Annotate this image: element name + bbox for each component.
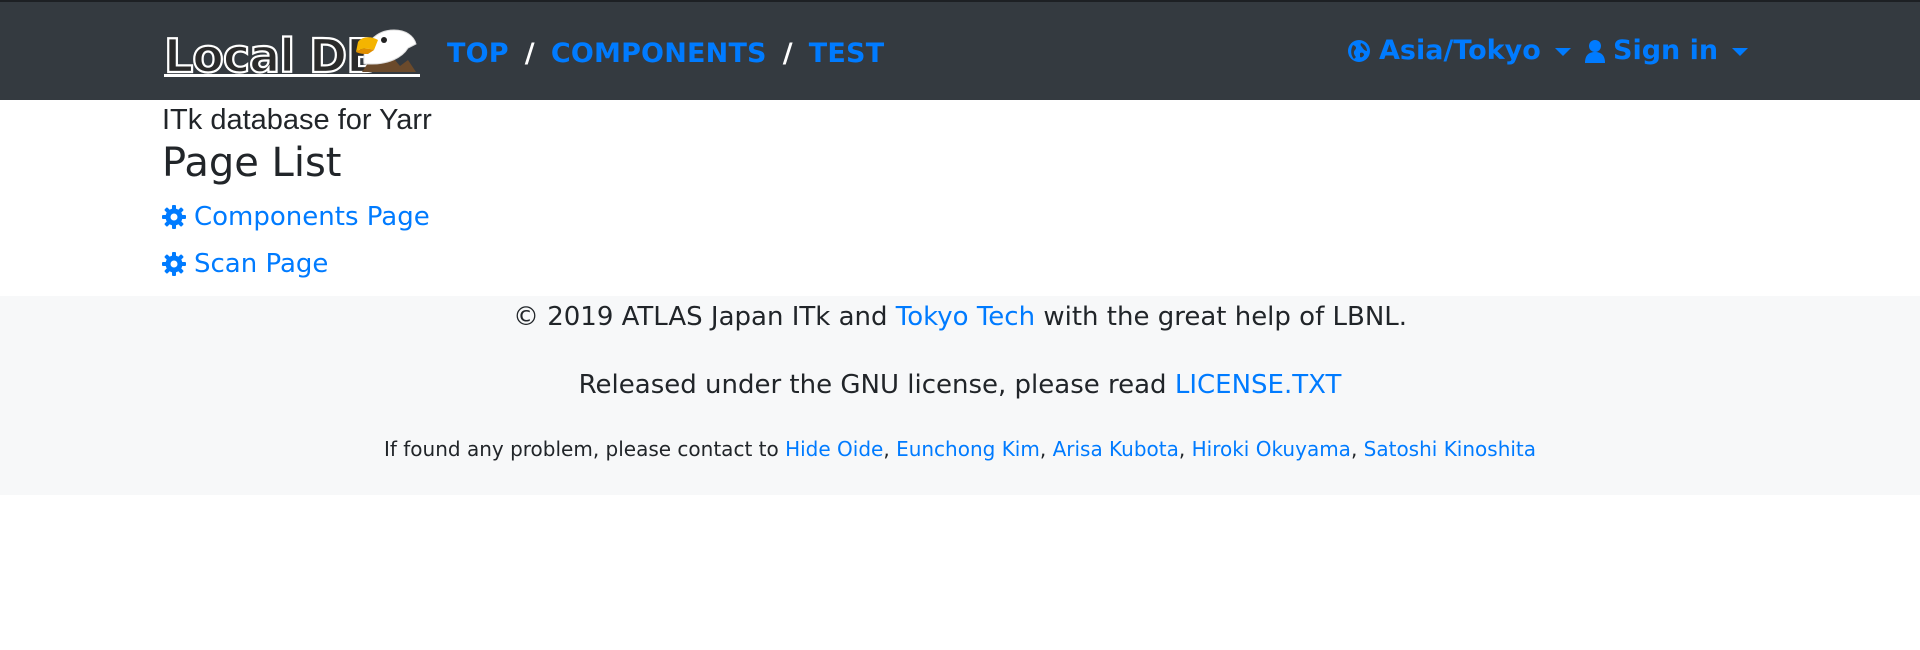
contact-separator: , (1039, 437, 1053, 461)
contact-line: If found any problem, please contact to … (0, 437, 1920, 461)
contact-prefix: If found any problem, please contact to (383, 437, 786, 461)
tokyo-tech-link[interactable]: Tokyo Tech (896, 302, 1035, 332)
caret-down-icon (1554, 47, 1571, 56)
scan-page-link[interactable]: Scan Page (162, 249, 328, 279)
caret-down-icon (1732, 47, 1749, 56)
contact-link-arisa-kubota[interactable]: Arisa Kubota (1053, 437, 1179, 461)
localdb-logo[interactable]: Local DB (162, 24, 422, 82)
logo-text: Local DB (164, 29, 380, 82)
gear-icon (162, 205, 186, 229)
user-icon (1585, 39, 1605, 63)
breadcrumb-top[interactable]: TOP (447, 38, 509, 69)
contact-separator: , (1350, 437, 1364, 461)
contact-separator: , (1178, 437, 1192, 461)
timezone-dropdown[interactable]: Asia/Tokyo (1347, 35, 1571, 66)
contact-link-eunchong-kim[interactable]: Eunchong Kim (896, 437, 1040, 461)
page-title: Page List (162, 140, 342, 186)
license-line: Released under the GNU license, please r… (0, 370, 1920, 400)
copyright-line: © 2019 ATLAS Japan ITk and Tokyo Tech wi… (0, 302, 1920, 332)
contact-separator: , (883, 437, 897, 461)
page-subtitle: ITk database for Yarr (162, 104, 432, 136)
navbar: Local DB TOP / COMPONENTS / TEST Asia/To… (0, 0, 1920, 100)
license-prefix: Released under the GNU license, please r… (578, 370, 1175, 400)
breadcrumb-separator: / (782, 38, 793, 69)
copyright-suffix: with the great help of LBNL. (1035, 302, 1408, 332)
components-page-link[interactable]: Components Page (162, 202, 430, 232)
scan-page-label: Scan Page (194, 249, 329, 279)
contact-link-hide-oide[interactable]: Hide Oide (785, 437, 883, 461)
breadcrumb: TOP / COMPONENTS / TEST (447, 38, 884, 69)
contact-link-satoshi-kinoshita[interactable]: Satoshi Kinoshita (1364, 437, 1536, 461)
signin-label: Sign in (1613, 35, 1719, 66)
breadcrumb-test[interactable]: TEST (809, 38, 885, 69)
copyright-prefix: © 2019 ATLAS Japan ITk and (512, 302, 896, 332)
license-link[interactable]: LICENSE.TXT (1175, 370, 1342, 400)
gear-icon (162, 252, 186, 276)
signin-dropdown[interactable]: Sign in (1585, 35, 1749, 66)
footer: © 2019 ATLAS Japan ITk and Tokyo Tech wi… (0, 296, 1920, 495)
contact-link-hiroki-okuyama[interactable]: Hiroki Okuyama (1192, 437, 1351, 461)
breadcrumb-components[interactable]: COMPONENTS (551, 38, 767, 69)
globe-icon (1347, 39, 1371, 63)
components-page-label: Components Page (194, 202, 430, 232)
timezone-label: Asia/Tokyo (1379, 35, 1541, 66)
breadcrumb-separator: / (524, 38, 535, 69)
